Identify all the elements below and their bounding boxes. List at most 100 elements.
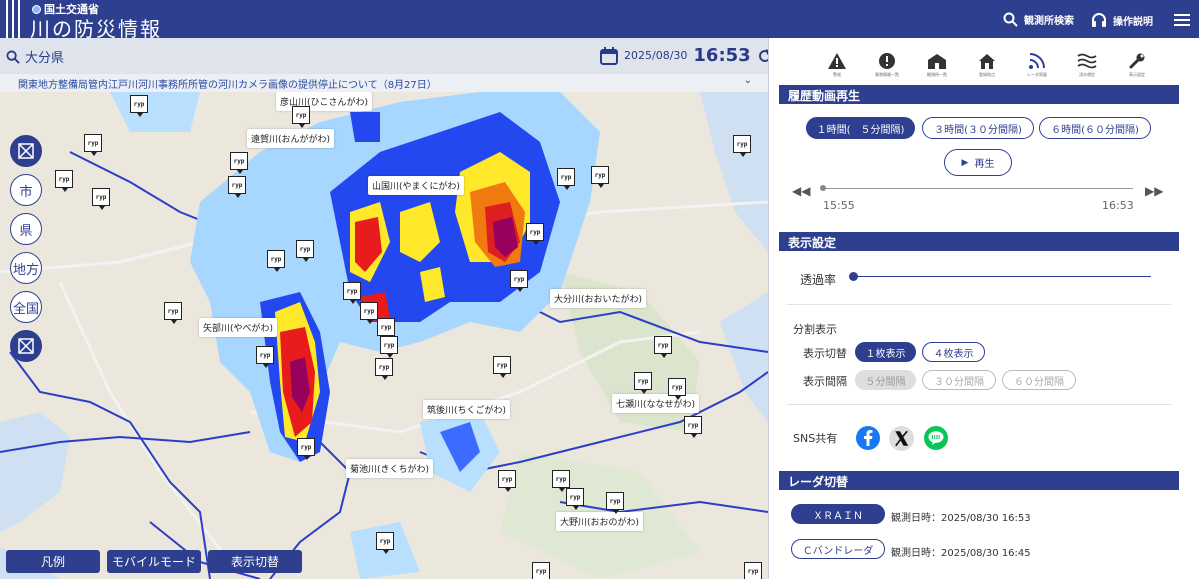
rewind-icon[interactable]: ◀◀ — [792, 184, 810, 198]
history-3h-button[interactable]: ３時間(３０分間隔) — [922, 117, 1034, 139]
prefecture-selector[interactable]: 大分県 — [6, 47, 64, 66]
camera-marker[interactable]: ryp — [654, 336, 672, 358]
legend-button[interactable]: 凡例 — [6, 550, 100, 573]
camera-marker[interactable]: ryp — [634, 372, 652, 394]
river-label-ongagawa[interactable]: 遠賀川(おんががわ) — [247, 129, 335, 148]
opacity-slider[interactable] — [853, 276, 1151, 277]
warning-tool[interactable]: 警戒 — [819, 52, 855, 78]
camera-marker[interactable]: ryp — [557, 168, 575, 190]
settings-tool[interactable]: 表示設定 — [1119, 52, 1155, 78]
zoom-region-button[interactable]: 地方 — [10, 252, 42, 284]
camera-marker[interactable]: ryp — [292, 106, 310, 128]
help-button[interactable]: 操作説明 — [1091, 12, 1153, 28]
notice-text[interactable]: 関東地方整備局管内江戸川河川事務所所管の河川カメラ画像の提供停止について（8月2… — [18, 80, 437, 91]
timeline-track[interactable] — [823, 188, 1133, 189]
display-toggle-button[interactable]: 表示切替 — [208, 550, 302, 573]
fast-forward-icon[interactable]: ▶▶ — [1145, 184, 1163, 198]
river-label-yamakuni[interactable]: 山国川(やまくにがわ) — [368, 176, 464, 195]
warning-icon — [828, 53, 846, 69]
camera-marker[interactable]: ryp — [55, 170, 73, 192]
camera-marker[interactable]: ryp — [376, 532, 394, 554]
camera-marker[interactable]: ryp — [267, 250, 285, 272]
station-search-button[interactable]: 観測所検索 — [1003, 12, 1074, 27]
search-icon — [6, 49, 20, 64]
station-list-tool[interactable]: 観測所一覧 — [919, 52, 955, 78]
camera-marker[interactable]: ryp — [566, 488, 584, 510]
river-label-ono[interactable]: 大野川(おおのがわ) — [556, 512, 644, 531]
x-twitter-icon[interactable] — [888, 425, 915, 456]
layer-toggle-icon[interactable] — [10, 330, 42, 362]
interval-30min-button[interactable]: ３０分間隔 — [922, 370, 996, 390]
river-label-kikuchi[interactable]: 菊池川(きくちがわ) — [346, 459, 434, 478]
river-label-nanase[interactable]: 七瀬川(ななせがわ) — [612, 394, 700, 413]
compass-icon[interactable] — [10, 135, 42, 167]
camera-marker[interactable]: ryp — [526, 223, 544, 245]
zoom-prefecture-button[interactable]: 県 — [10, 213, 42, 245]
menu-button[interactable] — [1174, 14, 1190, 26]
camera-marker[interactable]: ryp — [92, 188, 110, 210]
cband-radar-button[interactable]: Ｃバンドレーダ — [791, 539, 885, 559]
camera-marker[interactable]: ryp — [744, 562, 762, 579]
camera-marker[interactable]: ryp — [498, 470, 516, 492]
camera-marker[interactable]: ryp — [360, 302, 378, 324]
camera-marker[interactable]: ryp — [343, 282, 361, 304]
river-label-yabe[interactable]: 矢部川(やべがわ) — [199, 318, 278, 337]
play-button[interactable]: ▶ 再生 — [944, 149, 1012, 176]
alert-circle-icon — [879, 53, 895, 69]
camera-marker[interactable]: ryp — [164, 302, 182, 324]
camera-marker[interactable]: ryp — [228, 176, 246, 198]
timeline-handle[interactable] — [820, 185, 826, 191]
river-label-oita[interactable]: 大分川(おおいたがわ) — [550, 289, 647, 308]
calendar-icon[interactable] — [600, 46, 618, 65]
alert-list-tool[interactable]: 異常情報一覧 — [869, 52, 905, 78]
chevron-down-icon[interactable]: ⌄ — [744, 75, 752, 86]
flood-map-tool[interactable]: 浸水想定 — [1069, 52, 1105, 78]
mobile-mode-button[interactable]: モバイルモード — [107, 550, 201, 573]
line-icon[interactable] — [923, 425, 949, 455]
split-view-label: 分割表示 — [793, 323, 837, 336]
history-6h-button[interactable]: ６時間(６０分間隔) — [1039, 117, 1151, 139]
camera-marker[interactable]: ryp — [684, 416, 702, 438]
camera-marker[interactable]: ryp — [297, 438, 315, 460]
logo-stripes — [6, 0, 24, 38]
river-label-hikosan[interactable]: 彦山川(ひこさんがわ) — [276, 92, 373, 111]
single-view-button[interactable]: １枚表示 — [855, 342, 916, 362]
river-label-chikugo[interactable]: 筑後川(ちくごがわ) — [423, 400, 511, 419]
zoom-city-button[interactable]: 市 — [10, 174, 42, 206]
saved-location-tool[interactable]: 登録地点 — [969, 52, 1005, 78]
date-value: 2025/08/30 — [624, 49, 688, 62]
display-section-title: 表示設定 — [779, 232, 1179, 251]
camera-marker[interactable]: ryp — [606, 492, 624, 514]
camera-marker[interactable]: ryp — [493, 356, 511, 378]
camera-marker[interactable]: ryp — [230, 152, 248, 174]
camera-marker[interactable]: ryp — [296, 240, 314, 262]
camera-marker[interactable]: ryp — [591, 166, 609, 188]
wrench-icon — [1129, 53, 1145, 69]
camera-marker[interactable]: ryp — [668, 378, 686, 400]
notice-banner[interactable]: 関東地方整備局管内江戸川河川事務所所管の河川カメラ画像の提供停止について（8月2… — [0, 74, 768, 92]
facebook-icon[interactable] — [855, 425, 881, 455]
camera-marker[interactable]: ryp — [733, 135, 751, 157]
map-area[interactable]: 彦山川(ひこさんがわ) 遠賀川(おんががわ) 山国川(やまくにがわ) 大分川(お… — [0, 92, 768, 579]
interval-60min-button[interactable]: ６０分間隔 — [1002, 370, 1076, 390]
camera-marker[interactable]: ryp — [375, 358, 393, 380]
opacity-slider-handle[interactable] — [849, 272, 858, 281]
radar-rain-tool[interactable]: レーダ雨量 — [1019, 52, 1055, 78]
camera-marker[interactable]: ryp — [380, 336, 398, 358]
history-1h-button[interactable]: １時間( ５分間隔) — [806, 117, 915, 139]
camera-marker[interactable]: ryp — [130, 95, 148, 117]
camera-marker[interactable]: ryp — [552, 470, 570, 492]
zoom-nation-button[interactable]: 全国 — [10, 291, 42, 323]
waves-icon — [1077, 53, 1097, 69]
quad-view-button[interactable]: ４枚表示 — [922, 342, 985, 362]
camera-marker[interactable]: ryp — [532, 562, 550, 579]
interval-5min-button[interactable]: ５分間隔 — [855, 370, 916, 390]
camera-marker[interactable]: ryp — [510, 270, 528, 292]
camera-marker[interactable]: ryp — [377, 318, 395, 340]
camera-marker[interactable]: ryp — [84, 134, 102, 156]
camera-marker[interactable]: ryp — [256, 346, 274, 368]
radar-section-title: レーダ切替 — [779, 471, 1179, 490]
prefecture-name: 大分県 — [25, 51, 65, 66]
time-value: 16:53 — [693, 45, 751, 66]
xrain-button[interactable]: ＸＲＡＩＮ — [791, 504, 885, 524]
